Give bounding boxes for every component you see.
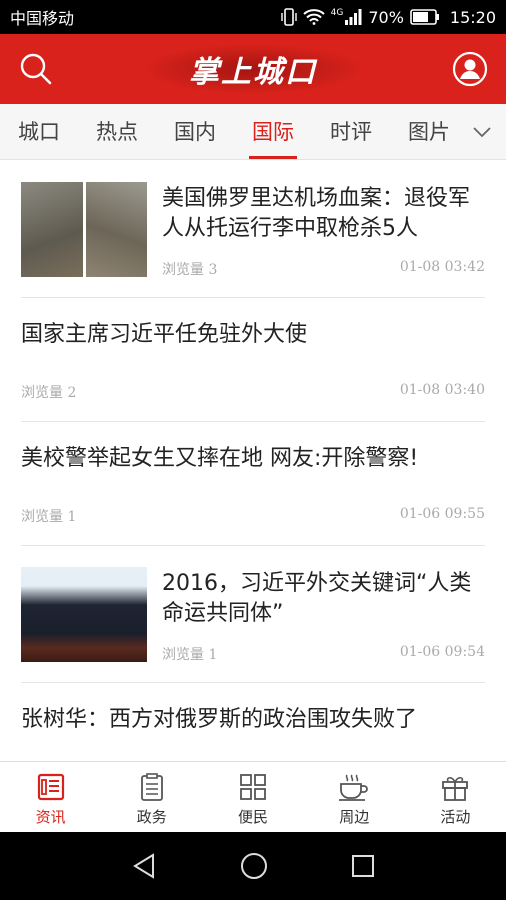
bottom-nav: 资讯 政务 便民 周边 活动: [0, 761, 506, 832]
publish-time: 01-06 09:54: [399, 644, 485, 660]
list-item[interactable]: 2016，习近平外交关键词“人类命运共同体” 浏览量 1 01-06 09:54: [21, 546, 485, 683]
nav-nearby[interactable]: 周边: [304, 762, 405, 832]
gift-icon: [442, 776, 469, 801]
nav-news[interactable]: 资讯: [0, 762, 101, 832]
news-title: 美校警举起女生又摔在地 网友:开除警察!: [21, 446, 419, 471]
grid-icon: [240, 774, 266, 800]
publish-time: 01-06 09:55: [399, 506, 485, 522]
tab-domestic[interactable]: 国内: [156, 104, 234, 160]
news-title: 张树华：西方对俄罗斯的政治围攻失败了: [21, 707, 418, 732]
search-button[interactable]: [18, 51, 54, 87]
signal-icon: 4G: [331, 9, 363, 25]
status-bar: 中国移动 4G 70% 15:20: [0, 0, 506, 34]
clipboard-icon: [140, 773, 163, 801]
chevron-down-icon[interactable]: [472, 122, 492, 142]
nav-label: 便民: [238, 808, 269, 826]
list-item[interactable]: 国家主席习近平任免驻外大使 浏览量 2 01-08 03:40: [21, 298, 485, 422]
tab-photos[interactable]: 图片: [390, 104, 468, 160]
news-list: 美国佛罗里达机场血案：退役军人从托运行李中取枪杀5人 浏览量 3 01-08 0…: [0, 161, 506, 761]
list-item[interactable]: 美国佛罗里达机场血案：退役军人从托运行李中取枪杀5人 浏览量 3 01-08 0…: [21, 161, 485, 298]
back-icon[interactable]: [131, 852, 157, 880]
app-logo: 掌上城口: [189, 55, 317, 90]
search-icon: [20, 53, 52, 85]
nav-label: 周边: [339, 808, 370, 826]
carrier-label: 中国移动: [10, 9, 75, 28]
nav-events[interactable]: 活动: [405, 762, 506, 832]
app-header: 掌上城口: [0, 34, 506, 104]
wifi-icon: [302, 9, 325, 25]
news-meta: 浏览量 1 01-06 09:55: [21, 506, 485, 526]
coffee-icon: [339, 774, 369, 801]
news-meta: 浏览量 2 01-08 03:40: [21, 382, 485, 402]
vibrate-icon: [280, 8, 297, 26]
list-item[interactable]: 美校警举起女生又摔在地 网友:开除警察! 浏览量 1 01-06 09:55: [21, 422, 485, 546]
nav-government[interactable]: 政务: [101, 762, 202, 832]
clock: 15:20: [449, 7, 496, 27]
nav-label: 活动: [440, 808, 471, 826]
status-icons: 4G 70% 15:20: [280, 7, 496, 27]
tab-hot[interactable]: 热点: [78, 104, 156, 160]
view-count: 浏览量 2: [21, 385, 77, 401]
view-count: 浏览量 1: [21, 509, 77, 525]
tab-chengkou[interactable]: 城口: [0, 104, 78, 160]
view-count: 浏览量 3: [162, 262, 218, 278]
news-title: 2016，习近平外交关键词“人类命运共同体”: [162, 571, 472, 626]
recents-icon[interactable]: [351, 854, 375, 878]
view-count: 浏览量 1: [162, 647, 218, 663]
tab-commentary[interactable]: 时评: [312, 104, 390, 160]
news-icon: [37, 773, 64, 801]
tab-international[interactable]: 国际: [234, 104, 312, 160]
news-thumbnail: [21, 182, 147, 277]
category-tabs: 城口 热点 国内 国际 时评 图片: [0, 104, 506, 160]
news-meta: 浏览量 1 01-06 09:54: [162, 644, 485, 664]
home-icon[interactable]: [240, 852, 268, 880]
publish-time: 01-08 03:40: [399, 382, 485, 398]
news-thumbnail: [21, 567, 147, 662]
nav-services[interactable]: 便民: [202, 762, 303, 832]
news-meta: 浏览量 3 01-08 03:42: [162, 259, 485, 279]
list-item[interactable]: 张树华：西方对俄罗斯的政治围攻失败了: [21, 683, 485, 761]
news-title: 美国佛罗里达机场血案：退役军人从托运行李中取枪杀5人: [162, 186, 471, 241]
user-icon: [452, 51, 488, 87]
battery-percent: 70%: [368, 7, 404, 27]
news-title: 国家主席习近平任免驻外大使: [21, 322, 308, 347]
profile-button[interactable]: [452, 51, 488, 87]
nav-label: 政务: [136, 808, 167, 826]
publish-time: 01-08 03:42: [399, 259, 485, 275]
battery-icon: [410, 9, 439, 25]
nav-label: 资讯: [35, 808, 66, 826]
system-nav-bar: [0, 832, 506, 900]
